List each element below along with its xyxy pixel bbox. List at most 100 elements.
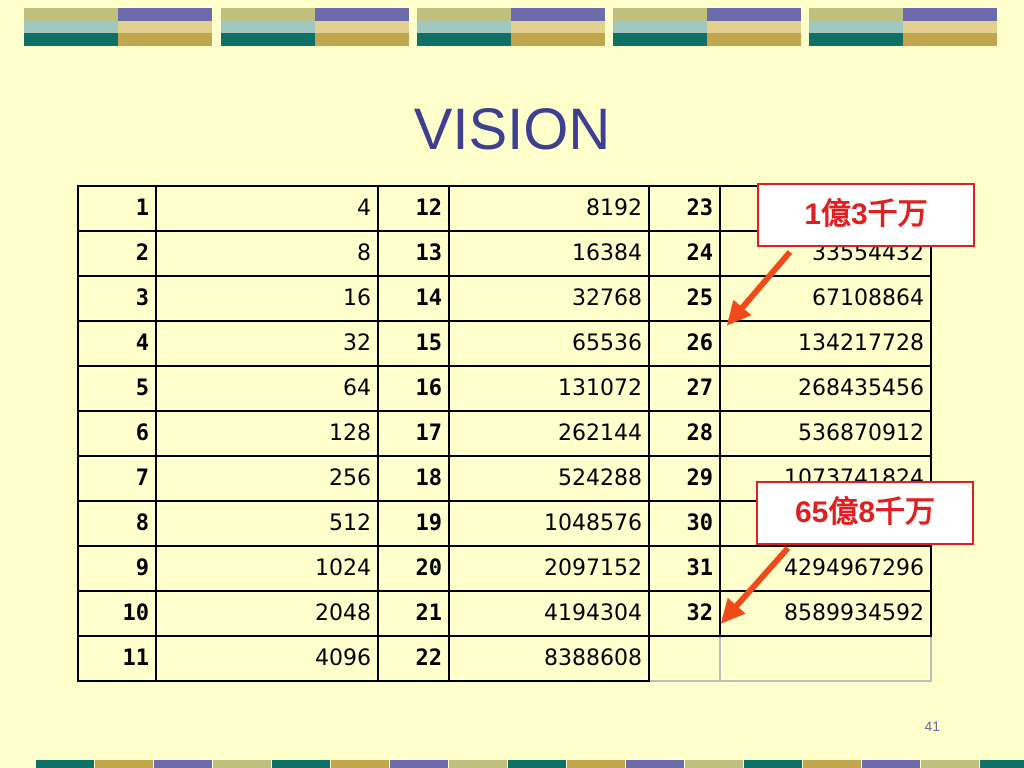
page-number: 41 [924,718,940,734]
decor-strip [626,760,684,768]
value-cell: 32768 [448,275,650,322]
table-row: 5 64 16 131072 27 268435456 [77,365,932,412]
exponent-cell: 31 [648,545,721,592]
callout-first-text: 1億3千万 [804,198,928,231]
exponent-cell: 29 [648,455,721,502]
exponent-cell: 10 [77,590,157,637]
exponent-cell: 25 [648,275,721,322]
decor-strip [36,760,94,768]
exponent-cell: 21 [377,590,450,637]
decor-strip [567,760,625,768]
decor-strip [803,760,861,768]
exponent-cell: 12 [377,185,450,232]
decor-strip [685,760,743,768]
value-cell: 32 [155,320,379,367]
value-cell: 8589934592 [719,590,932,637]
value-cell: 262144 [448,410,650,457]
exponent-cell: 9 [77,545,157,592]
exponent-cell: 8 [77,500,157,547]
exponent-cell: 7 [77,455,157,502]
exponent-cell: 24 [648,230,721,277]
table-row: 3 16 14 32768 25 67108864 [77,275,932,322]
exponent-cell: 17 [377,410,450,457]
value-cell: 64 [155,365,379,412]
bottom-decorative-band [0,760,1024,768]
decor-strip [862,760,920,768]
exponent-cell [648,635,721,682]
exponent-cell: 30 [648,500,721,547]
decor-block [221,8,409,46]
table-row: 6 128 17 262144 28 536870912 [77,410,932,457]
decor-strip [95,760,153,768]
table-row: 11 4096 22 8388608 [77,635,932,682]
value-cell: 1048576 [448,500,650,547]
exponent-cell: 20 [377,545,450,592]
callout-second: 65億8千万 [756,481,974,545]
top-decorative-band [0,0,1024,50]
decor-strip [508,760,566,768]
value-cell: 16384 [448,230,650,277]
decor-strip [154,760,212,768]
callout-second-text: 65億8千万 [794,496,936,529]
exponent-cell: 14 [377,275,450,322]
exponent-cell: 11 [77,635,157,682]
value-cell [719,635,932,682]
value-cell: 65536 [448,320,650,367]
table-row: 9 1024 20 2097152 31 4294967296 [77,545,932,592]
decor-strip [744,760,802,768]
exponent-cell: 23 [648,185,721,232]
value-cell: 256 [155,455,379,502]
exponent-cell: 27 [648,365,721,412]
exponent-cell: 28 [648,410,721,457]
exponent-cell: 22 [377,635,450,682]
value-cell: 268435456 [719,365,932,412]
value-cell: 2048 [155,590,379,637]
decor-strip [921,760,979,768]
table-row: 10 2048 21 4194304 32 8589934592 [77,590,932,637]
value-cell: 4194304 [448,590,650,637]
decor-strip [449,760,507,768]
value-cell: 2097152 [448,545,650,592]
value-cell: 131072 [448,365,650,412]
table-body: 1412819223838860828131638424335544323161… [77,185,932,682]
exponent-cell: 26 [648,320,721,367]
value-cell: 524288 [448,455,650,502]
value-cell: 536870912 [719,410,932,457]
value-cell: 8 [155,230,379,277]
exponent-cell: 16 [377,365,450,412]
decor-strip [980,760,1024,768]
decor-block [24,8,212,46]
exponent-cell: 1 [77,185,157,232]
value-cell: 16 [155,275,379,322]
decor-block [809,8,997,46]
exponent-cell: 5 [77,365,157,412]
value-cell: 128 [155,410,379,457]
decor-strip [331,760,389,768]
callout-first: 1億3千万 [757,183,975,247]
value-cell: 67108864 [719,275,932,322]
value-cell: 4096 [155,635,379,682]
exponent-cell: 19 [377,500,450,547]
exponent-cell: 2 [77,230,157,277]
value-cell: 512 [155,500,379,547]
decor-strip [272,760,330,768]
value-cell: 4 [155,185,379,232]
exponent-cell: 15 [377,320,450,367]
exponent-cell: 18 [377,455,450,502]
table-row: 4 32 15 65536 26 134217728 [77,320,932,367]
exponent-cell: 6 [77,410,157,457]
slide-title: VISION [413,97,611,162]
powers-of-two-table: 1412819223838860828131638424335544323161… [77,185,932,682]
decor-block [417,8,605,46]
exponent-cell: 4 [77,320,157,367]
value-cell: 134217728 [719,320,932,367]
decor-strip [390,760,448,768]
value-cell: 8388608 [448,635,650,682]
exponent-cell: 32 [648,590,721,637]
value-cell: 4294967296 [719,545,932,592]
exponent-cell: 3 [77,275,157,322]
decor-strip [213,760,271,768]
decor-block [613,8,801,46]
value-cell: 1024 [155,545,379,592]
value-cell: 8192 [448,185,650,232]
